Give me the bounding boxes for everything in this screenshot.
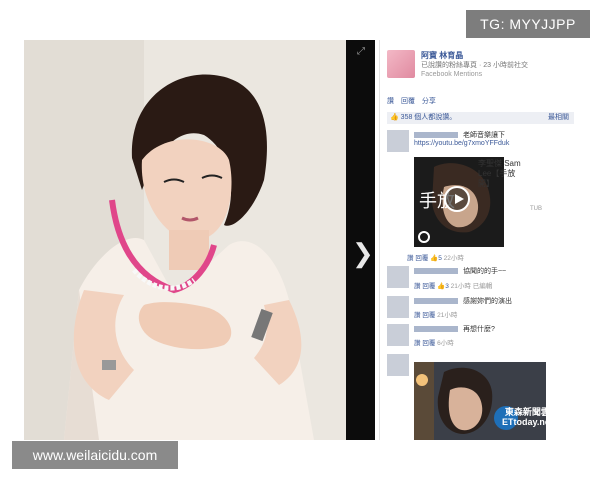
- comment-like[interactable]: 讚: [414, 312, 421, 319]
- comment-time[interactable]: 22小時: [444, 255, 464, 262]
- comment-meta: 讚 回覆 👍5 22小時: [407, 252, 464, 262]
- like-thumb-icon: 👍: [437, 283, 446, 290]
- next-photo-icon[interactable]: ❯: [352, 240, 374, 266]
- comment-reply[interactable]: 回覆: [422, 312, 435, 319]
- comment-reply[interactable]: 回覆: [415, 255, 428, 262]
- avatar[interactable]: [387, 354, 409, 376]
- video-title[interactable]: 李聖傑 Sam Lee【手放開】: [478, 159, 526, 189]
- avatar[interactable]: [387, 324, 409, 346]
- comment-like[interactable]: 讚: [414, 283, 421, 290]
- comment-link[interactable]: https://youtu.be/g7xmoYFFduk: [414, 140, 509, 147]
- post-actions: 讚 回覆 分享: [387, 96, 441, 106]
- edited-label: 已編輯: [472, 283, 493, 290]
- redacted-name: [414, 326, 458, 333]
- comment-text: 感謝妳們的演出: [414, 296, 512, 306]
- post-via[interactable]: Facebook Mentions: [421, 71, 482, 78]
- comment-text: 再想什麼?: [414, 324, 495, 334]
- avatar[interactable]: [387, 296, 409, 318]
- comment-time[interactable]: 6小時: [437, 340, 454, 347]
- avatar[interactable]: [387, 266, 409, 288]
- play-icon[interactable]: [444, 186, 470, 212]
- sort-dropdown[interactable]: 最相關: [548, 112, 569, 124]
- like-thumb-icon: 👍: [390, 114, 399, 121]
- comment-meta: 讚 回覆 👍3 21小時 已編輯: [414, 280, 492, 290]
- news-image[interactable]: 東森新聞雲 ETtoday.net: [414, 362, 546, 440]
- comment-reply[interactable]: 回覆: [422, 340, 435, 347]
- watermark-bottom: www.weilaicidu.com: [12, 441, 178, 469]
- comment-time[interactable]: 21小時: [451, 283, 471, 290]
- video-source: TUB: [530, 206, 542, 212]
- comment-like[interactable]: 讚: [407, 255, 414, 262]
- photo-viewer: ⤢ ❯: [24, 40, 375, 440]
- main-photo: [24, 40, 346, 440]
- comment-meta: 讚 回覆 6小時: [414, 337, 454, 347]
- news-logo: 東森新聞雲 ETtoday.net: [502, 407, 546, 427]
- redacted-name: [414, 268, 458, 275]
- likes-count[interactable]: 358 個人都說讚。: [401, 114, 457, 121]
- avatar[interactable]: [387, 130, 409, 152]
- post-sidebar: 阿寶 林育晶 已說讚的粉絲專頁 · 23 小時前社交 Facebook Ment…: [379, 40, 580, 440]
- comment-like-count: 3: [445, 283, 449, 290]
- watermark-top: TG: MYYJJPP: [466, 10, 590, 38]
- post-subtitle: 已說讚的粉絲專頁 · 23 小時前社交: [421, 62, 528, 69]
- expand-icon[interactable]: ⤢: [357, 46, 365, 57]
- comment-time[interactable]: 21小時: [437, 312, 457, 319]
- like-thumb-icon: 👍: [430, 255, 439, 262]
- redacted-name: [414, 132, 458, 139]
- comment-reply[interactable]: 回覆: [422, 283, 435, 290]
- share-button[interactable]: 分享: [422, 98, 436, 105]
- comment-text: 協聞的的手~~: [414, 266, 506, 276]
- page-avatar[interactable]: [387, 50, 415, 78]
- reply-button[interactable]: 回覆: [401, 98, 415, 105]
- comment-text: 老師音樂讓下 https://youtu.be/g7xmoYFFduk: [414, 132, 510, 147]
- like-button[interactable]: 讚: [387, 98, 394, 105]
- comment-like[interactable]: 讚: [414, 340, 421, 347]
- likes-summary[interactable]: 👍 358 個人都說讚。 最相關: [387, 112, 574, 124]
- comment-like-count: 5: [438, 255, 442, 262]
- comment-meta: 讚 回覆 21小時: [414, 309, 457, 319]
- redacted-name: [414, 298, 458, 305]
